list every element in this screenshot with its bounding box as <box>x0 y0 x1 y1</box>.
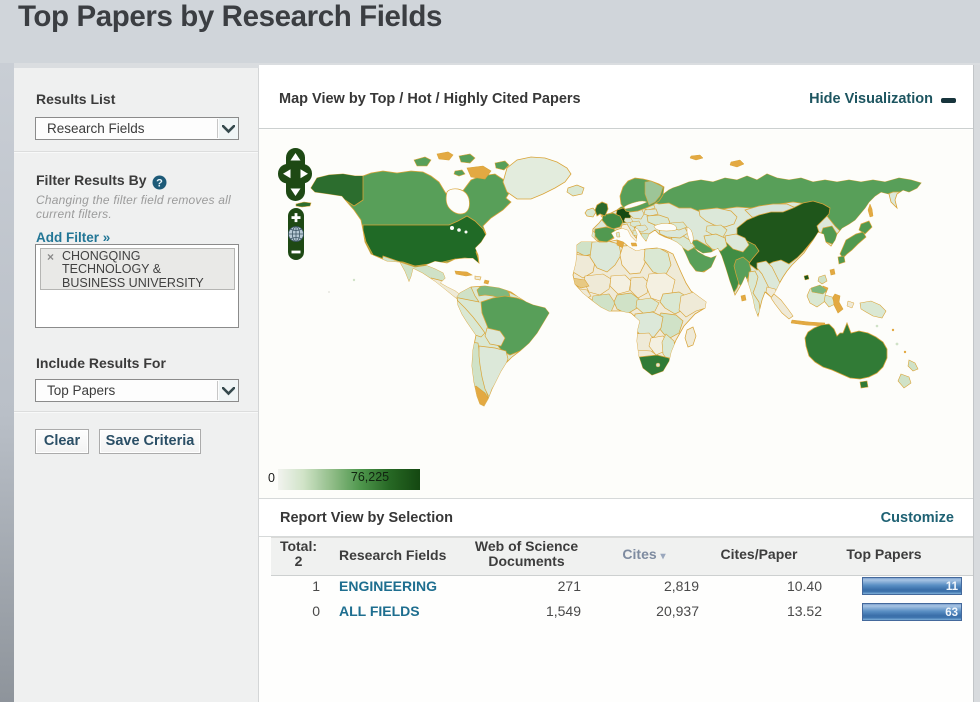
svg-text:0: 0 <box>268 471 275 485</box>
svg-text:?: ? <box>156 177 163 189</box>
svg-text:76,225: 76,225 <box>351 470 389 484</box>
